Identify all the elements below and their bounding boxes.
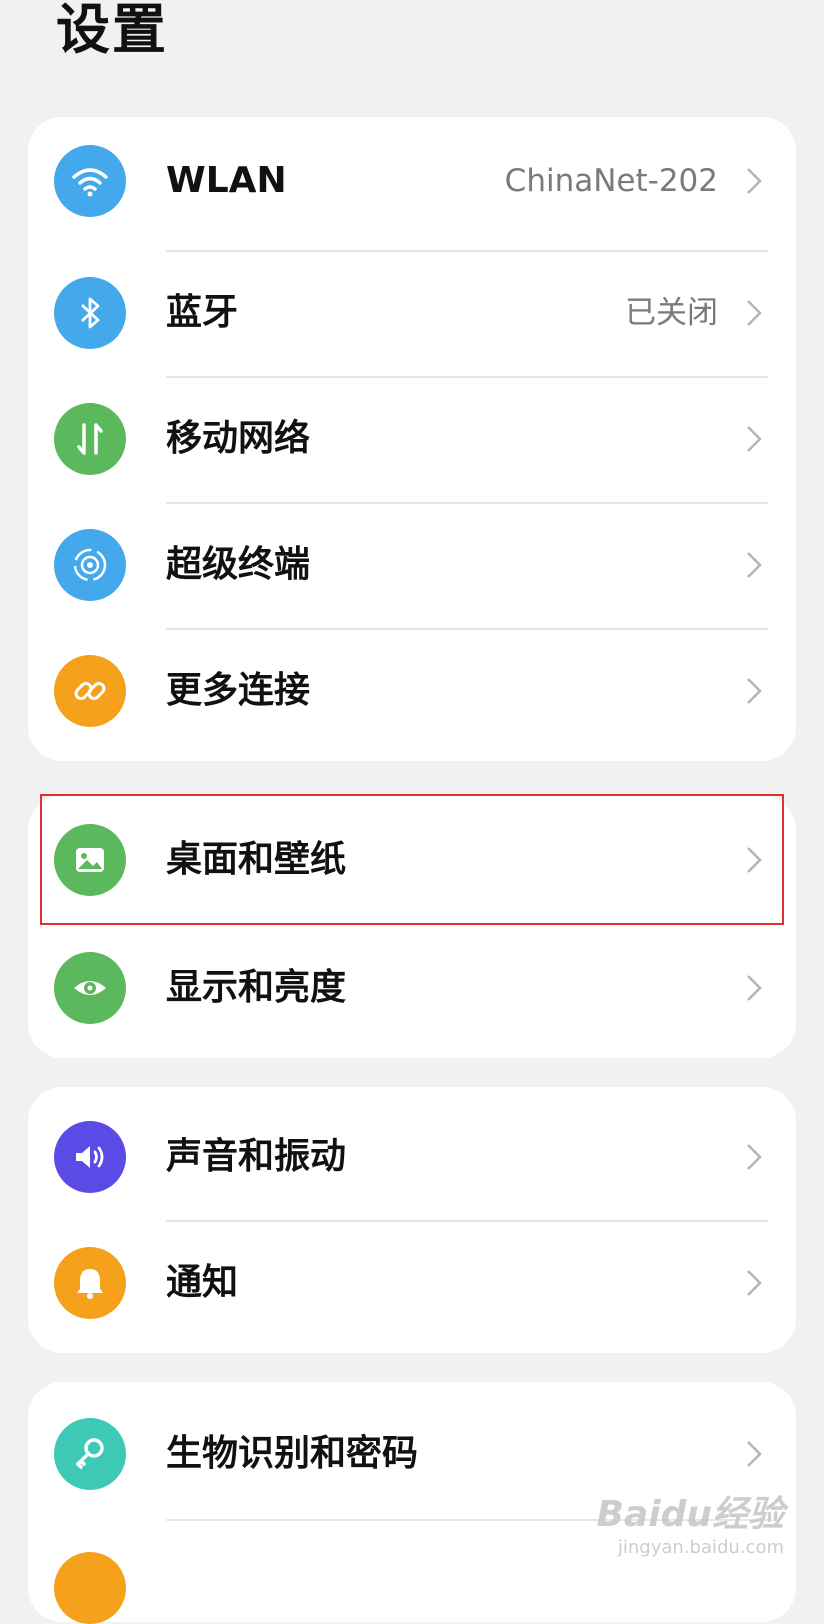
link-icon [54, 655, 126, 727]
watermark: Baidu经验 jingyan.baidu.com [597, 1485, 784, 1558]
chevron-right-icon [747, 1441, 762, 1467]
settings-item-more-connections[interactable]: 更多连接 [28, 627, 796, 755]
settings-group-connectivity: WLAN ChinaNet-202 蓝牙 已关闭 移动网络 超级终端 更多连接 [28, 117, 796, 761]
partial-icon [54, 1552, 126, 1624]
settings-item-super-device[interactable]: 超级终端 [28, 501, 796, 629]
settings-group-display: 桌面和壁纸 显示和亮度 [28, 796, 796, 1058]
settings-item-label: 更多连接 [166, 670, 311, 711]
settings-item-wlan[interactable]: WLAN ChinaNet-202 [28, 117, 796, 245]
settings-item-label: 移动网络 [166, 418, 311, 459]
bluetooth-icon [54, 277, 126, 349]
settings-item-label: 显示和亮度 [166, 967, 347, 1008]
wifi-icon [54, 145, 126, 217]
settings-group-sound: 声音和振动 通知 [28, 1087, 796, 1353]
wlan-network-name: ChinaNet-202 [504, 163, 718, 199]
wallpaper-icon [54, 824, 126, 896]
chevron-right-icon [747, 847, 762, 873]
watermark-url: jingyan.baidu.com [617, 1537, 784, 1558]
chevron-right-icon [747, 678, 762, 704]
settings-item-mobile-network[interactable]: 移动网络 [28, 375, 796, 503]
chevron-right-icon [747, 426, 762, 452]
settings-item-label: 蓝牙 [166, 292, 239, 333]
chevron-right-icon [747, 168, 762, 194]
mobile-network-icon [54, 403, 126, 475]
chevron-right-icon [747, 1270, 762, 1296]
sound-icon [54, 1121, 126, 1193]
settings-item-label: 超级终端 [166, 544, 311, 585]
settings-item-label: 桌面和壁纸 [166, 839, 347, 880]
bluetooth-status: 已关闭 [625, 295, 718, 331]
chevron-right-icon [747, 552, 762, 578]
chevron-right-icon [747, 1144, 762, 1170]
settings-item-label: WLAN [166, 160, 287, 201]
settings-item-wallpaper[interactable]: 桌面和壁纸 [28, 796, 796, 924]
key-icon [54, 1418, 126, 1490]
settings-item-label: 通知 [166, 1262, 239, 1303]
settings-item-label: 生物识别和密码 [166, 1433, 419, 1474]
settings-item-label: 声音和振动 [166, 1136, 347, 1177]
chevron-right-icon [747, 975, 762, 1001]
page-title: 设置 [56, 0, 168, 61]
watermark-logo: Baidu经验 [596, 1494, 784, 1535]
settings-item-bluetooth[interactable]: 蓝牙 已关闭 [28, 249, 796, 377]
bell-icon [54, 1247, 126, 1319]
settings-item-display-brightness[interactable]: 显示和亮度 [28, 924, 796, 1052]
super-device-icon [54, 529, 126, 601]
eye-icon [54, 952, 126, 1024]
chevron-right-icon [747, 300, 762, 326]
settings-item-sound-vibration[interactable]: 声音和振动 [28, 1093, 796, 1221]
settings-item-notifications[interactable]: 通知 [28, 1219, 796, 1347]
